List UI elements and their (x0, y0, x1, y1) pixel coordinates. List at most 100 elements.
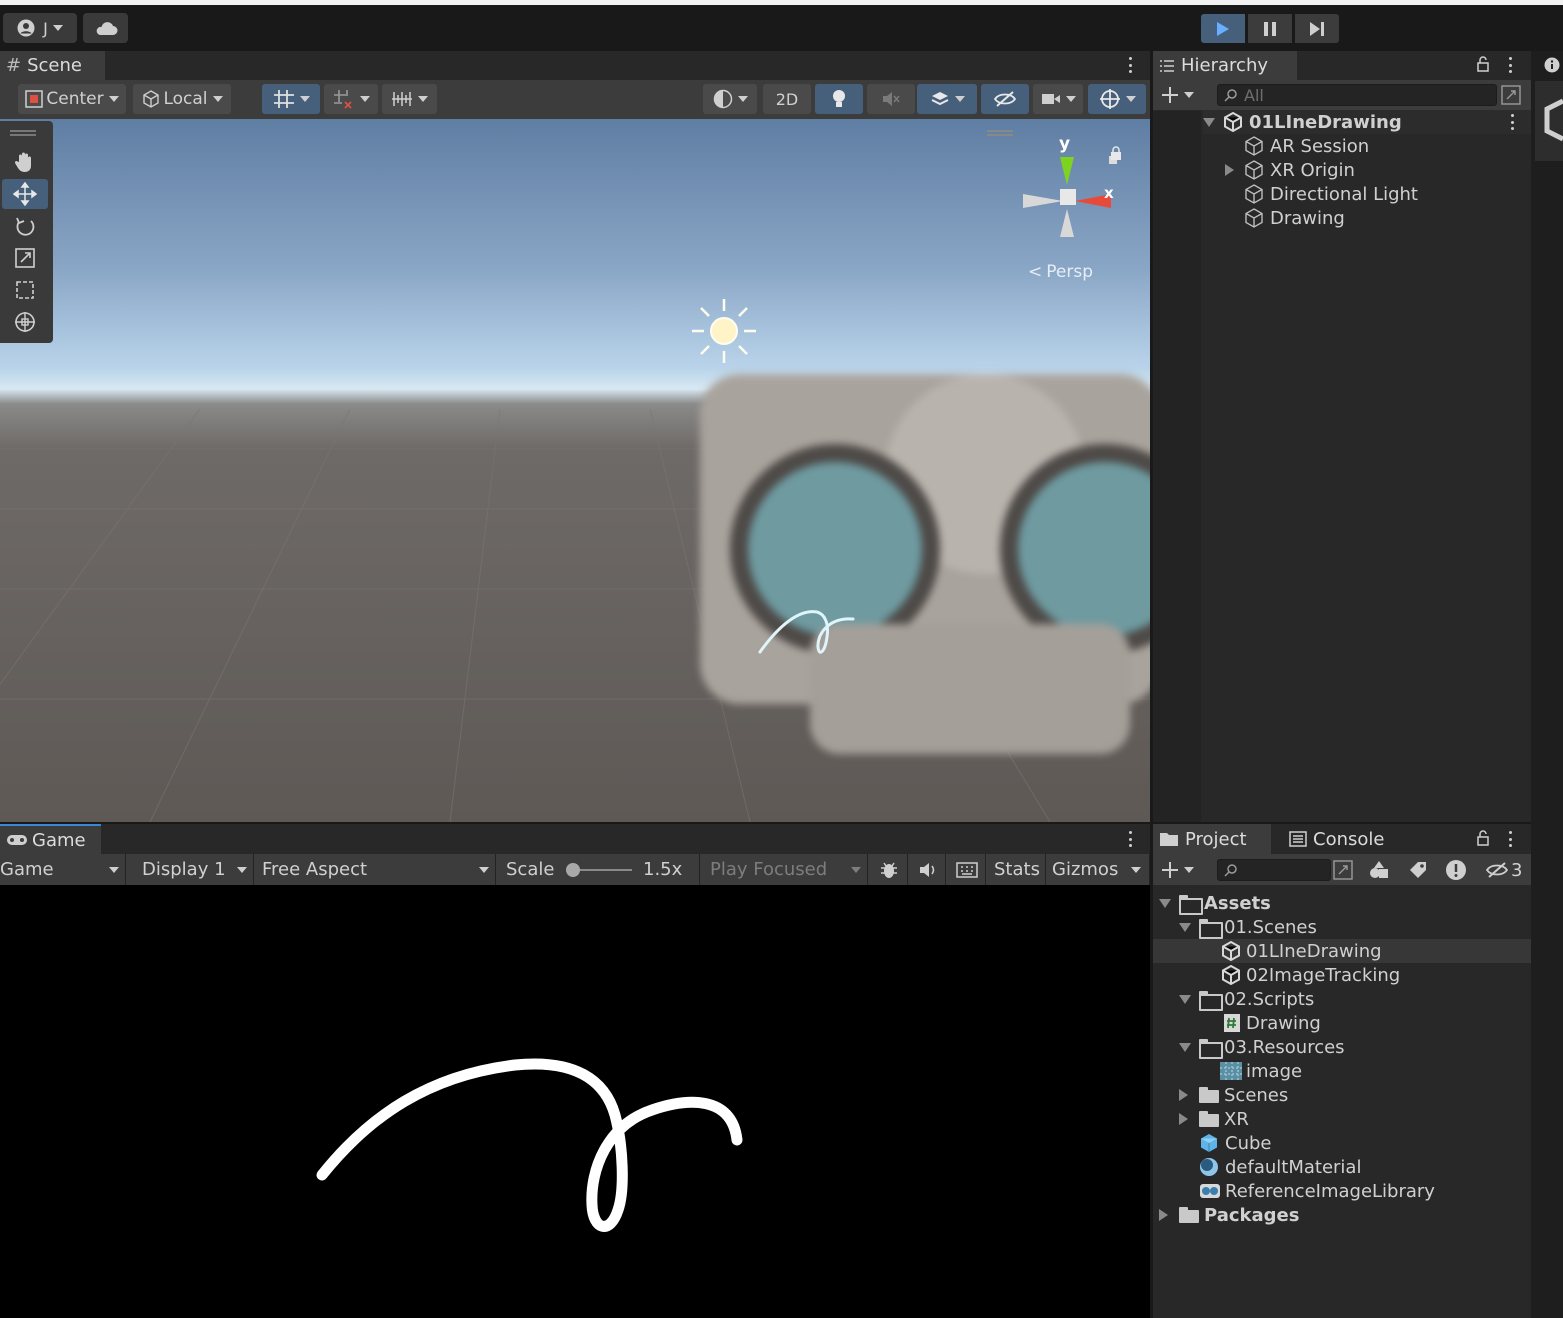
collapse-arrow-icon[interactable] (1159, 1209, 1168, 1221)
search-options-icon[interactable] (1501, 85, 1521, 105)
chevron-down-icon (418, 96, 428, 102)
game-line-stroke (316, 1058, 743, 1232)
project-search-input[interactable] (1217, 859, 1331, 881)
tab-console[interactable]: Console (1283, 824, 1423, 854)
rotate-tool-button[interactable] (2, 211, 48, 241)
transform-tool-button[interactable] (2, 307, 48, 337)
console-icon (1289, 831, 1307, 847)
eye-hidden-icon (993, 91, 1017, 107)
project-folder-assets[interactable]: Assets (1159, 891, 1271, 915)
tab-hierarchy[interactable]: Hierarchy (1153, 51, 1297, 80)
lighting-toggle-button[interactable] (815, 84, 863, 114)
hierarchy-item-drawing[interactable]: Drawing (1243, 206, 1345, 230)
project-create-button[interactable] (1161, 857, 1194, 883)
display-dropdown[interactable]: Display 1 (136, 854, 254, 885)
game-viewport[interactable] (0, 885, 1150, 1318)
project-prefab-cube[interactable]: Cube (1199, 1131, 1271, 1155)
filter-by-label-icon[interactable] (1408, 860, 1428, 880)
expand-arrow-icon[interactable] (1159, 898, 1171, 908)
project-folder-02-scripts[interactable]: 02.Scripts (1179, 987, 1314, 1011)
cloud-button[interactable] (83, 13, 128, 43)
game-view-dropdown[interactable]: Game (0, 854, 126, 885)
account-button[interactable]: J (3, 13, 77, 43)
expand-arrow-icon[interactable] (1179, 994, 1191, 1004)
info-icon[interactable] (1544, 57, 1560, 73)
project-script-drawing[interactable]: Drawing (1223, 1011, 1321, 1035)
scale-slider-handle[interactable] (566, 863, 580, 877)
project-material-default[interactable]: defaultMaterial (1199, 1155, 1361, 1179)
mute-audio-button[interactable] (910, 854, 946, 885)
gizmos-button[interactable] (1088, 84, 1146, 114)
hierarchy-create-button[interactable] (1161, 82, 1194, 108)
increment-snap-button[interactable] (324, 84, 378, 114)
effects-toggle-button[interactable] (917, 84, 977, 114)
project-texture-image[interactable]: image (1219, 1059, 1302, 1083)
play-mode-label: Play Focused (710, 859, 828, 880)
project-more-icon[interactable] (1508, 831, 1512, 847)
pivot-mode-dropdown[interactable]: Center (18, 84, 126, 114)
tab-project[interactable]: Project (1153, 824, 1271, 854)
collapse-arrow-icon[interactable] (1179, 1089, 1188, 1101)
warning-filter-icon[interactable] (1445, 859, 1467, 881)
inspector-thumbnail[interactable] (1535, 81, 1563, 161)
debug-button[interactable] (872, 854, 908, 885)
hierarchy-item-ar-session[interactable]: AR Session (1243, 134, 1369, 158)
project-folder-xr[interactable]: XR (1179, 1107, 1249, 1131)
move-tool-button[interactable] (2, 179, 48, 209)
hierarchy-more-icon[interactable] (1508, 57, 1512, 73)
scene-more-icon[interactable] (1128, 57, 1132, 73)
hierarchy-search-input[interactable]: All (1217, 84, 1497, 106)
scene-row-more-icon[interactable] (1510, 114, 1514, 130)
hierarchy-scene-row[interactable]: 01LIneDrawing (1203, 110, 1531, 134)
ruler-button[interactable] (382, 84, 437, 114)
play-mode-dropdown[interactable]: Play Focused (704, 854, 868, 885)
lock-icon[interactable] (1109, 145, 1123, 161)
hierarchy-gutter (1153, 111, 1201, 822)
expand-arrow-icon[interactable] (1179, 922, 1191, 932)
project-folder-packages[interactable]: Packages (1159, 1203, 1299, 1227)
shading-mode-button[interactable] (703, 84, 757, 114)
tab-scene[interactable]: # Scene (0, 51, 105, 80)
hand-tool-button[interactable] (2, 147, 48, 177)
hidden-packages-toggle[interactable]: 3 (1485, 859, 1522, 881)
project-scene-01linedrawing[interactable]: 01LIneDrawing (1221, 939, 1382, 963)
keyboard-shortcuts-button[interactable] (948, 854, 986, 885)
hierarchy-item-directional-light[interactable]: Directional Light (1243, 182, 1418, 206)
lock-icon[interactable] (1476, 56, 1490, 72)
stats-button[interactable]: Stats (988, 854, 1046, 885)
projection-toggle[interactable]: < Persp (1028, 262, 1093, 282)
expand-arrow-icon[interactable] (1225, 164, 1234, 176)
lock-icon[interactable] (1476, 830, 1490, 846)
project-folder-01-scenes[interactable]: 01.Scenes (1179, 915, 1317, 939)
gizmos-toggle-button[interactable]: Gizmos (1046, 854, 1150, 885)
filter-by-type-icon[interactable] (1368, 859, 1390, 881)
search-options-icon[interactable] (1333, 860, 1353, 880)
expand-arrow-icon[interactable] (1179, 1042, 1191, 1052)
aspect-dropdown[interactable]: Free Aspect (256, 854, 496, 885)
hierarchy-item-xr-origin[interactable]: XR Origin (1225, 158, 1355, 182)
directional-light-icon[interactable] (690, 297, 758, 365)
rect-tool-button[interactable] (2, 275, 48, 305)
tab-game[interactable]: Game (0, 824, 101, 854)
scene-visibility-button[interactable] (981, 84, 1029, 114)
grid-snap-icon (273, 90, 294, 108)
project-folder-scenes[interactable]: Scenes (1179, 1083, 1288, 1107)
scale-tool-button[interactable] (2, 243, 48, 273)
play-button[interactable] (1201, 14, 1245, 43)
grid-snap-button[interactable] (262, 84, 320, 114)
audio-toggle-button[interactable] (867, 84, 915, 114)
tab-hierarchy-label: Hierarchy (1181, 55, 1269, 76)
project-scene-02imagetracking[interactable]: 02ImageTracking (1221, 963, 1400, 987)
chevron-down-icon (479, 866, 489, 873)
game-more-icon[interactable] (1128, 831, 1132, 847)
step-button[interactable] (1295, 14, 1339, 43)
pause-button[interactable] (1248, 14, 1292, 43)
scene-viewport[interactable]: y x < Persp (0, 119, 1150, 822)
gizmo-drag-handle[interactable] (987, 130, 1013, 132)
2d-toggle-button[interactable]: 2D (763, 84, 811, 114)
collapse-arrow-icon[interactable] (1179, 1113, 1188, 1125)
project-folder-03-resources[interactable]: 03.Resources (1179, 1035, 1345, 1059)
project-reference-image-library[interactable]: ReferenceImageLibrary (1199, 1179, 1435, 1203)
space-mode-dropdown[interactable]: Local (133, 84, 231, 114)
camera-settings-button[interactable] (1033, 84, 1083, 114)
